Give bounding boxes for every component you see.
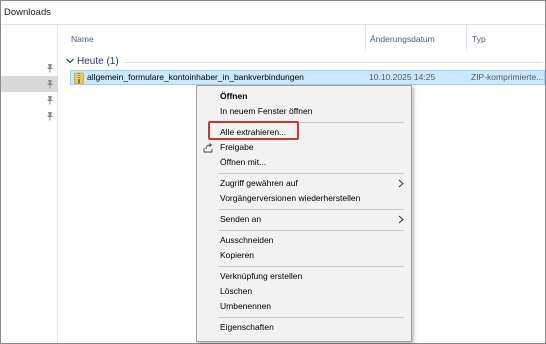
chevron-right-icon (398, 215, 404, 224)
window-title: Downloads (4, 7, 51, 18)
menu-item-label: Kopieren (220, 250, 255, 260)
column-header-date[interactable]: Änderungsdatum (370, 25, 435, 51)
menu-item-create-shortcut[interactable]: Verknüpfung erstellen (197, 269, 411, 284)
file-row[interactable]: allgemein_formulare_kontoinhaber_in_bank… (70, 70, 545, 85)
menu-separator (219, 317, 404, 318)
menu-item-share[interactable]: Freigabe (197, 140, 411, 155)
menu-item-label: In neuem Fenster öffnen (220, 106, 313, 116)
column-divider[interactable] (466, 25, 467, 51)
pin-icon (47, 112, 53, 121)
share-icon (203, 143, 213, 153)
column-divider[interactable] (365, 25, 366, 51)
nav-item-pinned-2[interactable] (1, 76, 58, 92)
menu-item-restore-versions[interactable]: Vorgängerversionen wiederherstellen (197, 191, 411, 206)
title-bar: Downloads (1, 1, 545, 25)
menu-item-delete[interactable]: Löschen (197, 284, 411, 299)
nav-item-pinned-4[interactable] (1, 108, 58, 124)
menu-item-label: Umbenennen (220, 301, 272, 311)
menu-item-rename[interactable]: Umbenennen (197, 299, 411, 314)
navigation-pane (1, 25, 58, 343)
menu-item-cut[interactable]: Ausschneiden (197, 233, 411, 248)
menu-item-label: Senden an (220, 214, 262, 224)
file-name: allgemein_formulare_kontoinhaber_in_bank… (87, 72, 304, 82)
menu-separator (219, 230, 404, 231)
column-header-type[interactable]: Typ (472, 25, 486, 51)
menu-item-label: Zugriff gewähren auf (220, 178, 298, 188)
menu-separator (219, 209, 404, 210)
column-header-name[interactable]: Name (71, 25, 94, 51)
menu-item-open-new-window[interactable]: In neuem Fenster öffnen (197, 104, 411, 119)
menu-item-copy[interactable]: Kopieren (197, 248, 411, 263)
file-type: ZIP-komprimierte... (471, 72, 544, 82)
menu-item-label: Freigabe (220, 142, 254, 152)
group-header-today[interactable]: Heute (1) (65, 53, 119, 69)
menu-item-label: Löschen (220, 286, 253, 296)
menu-item-label: Öffnen (220, 91, 248, 101)
menu-item-label: Ausschneiden (220, 235, 274, 245)
menu-separator (219, 266, 404, 267)
zip-folder-icon (74, 72, 84, 84)
pin-icon (47, 80, 53, 89)
pin-icon (47, 96, 53, 105)
menu-item-send-to[interactable]: Senden an (197, 212, 411, 227)
menu-item-give-access[interactable]: Zugriff gewähren auf (197, 176, 411, 191)
explorer-window: Downloads Name Änderungsdatum Typ Heute … (0, 0, 546, 344)
menu-separator (219, 173, 404, 174)
menu-item-label: Verknüpfung erstellen (220, 271, 303, 281)
menu-item-properties[interactable]: Eigenschaften (197, 320, 411, 335)
chevron-down-icon (66, 58, 74, 64)
file-date: 10.10.2025 14:25 (369, 72, 436, 82)
menu-item-label: Öffnen mit... (220, 157, 267, 167)
nav-item-pinned-1[interactable] (1, 60, 58, 76)
highlight-box (208, 121, 299, 140)
pin-icon (47, 64, 53, 73)
group-divider (123, 62, 543, 63)
menu-item-label: Vorgängerversionen wiederherstellen (220, 193, 361, 203)
group-label: Heute (1) (77, 55, 119, 67)
menu-item-open-with[interactable]: Öffnen mit... (197, 155, 411, 170)
menu-item-label: Eigenschaften (220, 322, 274, 332)
chevron-right-icon (398, 179, 404, 188)
nav-item-pinned-3[interactable] (1, 92, 58, 108)
menu-item-open[interactable]: Öffnen (197, 89, 411, 104)
